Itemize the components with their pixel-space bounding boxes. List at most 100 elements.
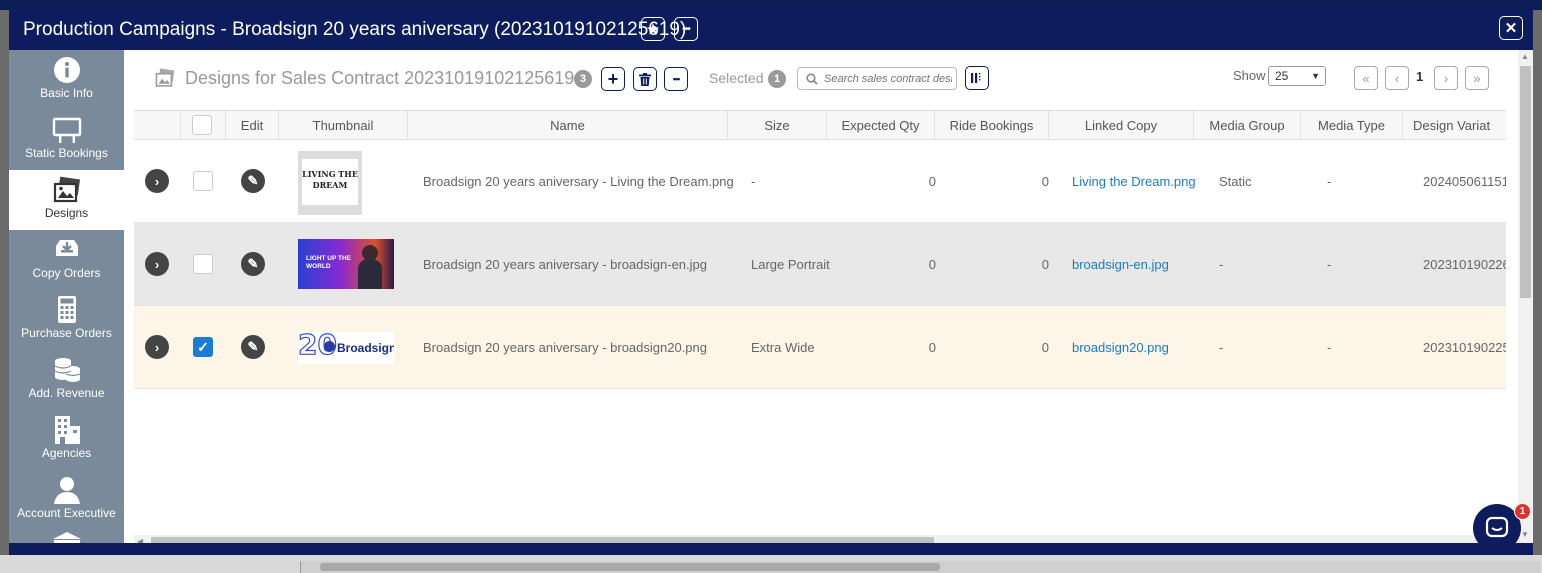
edit-button[interactable]: ✎ xyxy=(241,169,265,193)
header-linked-copy[interactable]: Linked Copy xyxy=(1048,111,1193,140)
sidebar-item-label: Account Executive xyxy=(17,506,116,520)
person-body xyxy=(358,259,382,289)
row-checkbox[interactable] xyxy=(193,254,213,274)
table-row[interactable]: › ✎ LIVING THE DREAM Broadsign 20 years … xyxy=(134,140,1506,223)
sidebar-item-purchase-orders[interactable]: Purchase Orders xyxy=(9,290,124,350)
coins-icon xyxy=(54,358,81,382)
user-icon xyxy=(54,477,80,504)
expand-row-button[interactable]: › xyxy=(145,252,169,276)
scroll-up-icon[interactable]: ▲ xyxy=(1521,52,1529,61)
header-name[interactable]: Name xyxy=(407,111,727,140)
chevron-right-icon: › xyxy=(154,256,160,272)
sidebar-item-label: Copy Orders xyxy=(32,266,101,280)
thumbnail-text: LIGHT UP THE WORLD xyxy=(306,255,352,270)
calculator-icon xyxy=(58,296,76,323)
toolbar-more-button[interactable]: ••• xyxy=(664,67,688,91)
header-design-variation[interactable]: Design Variat xyxy=(1402,111,1506,140)
design-size: Large Portrait xyxy=(751,257,830,272)
selected-label: Selected xyxy=(709,70,764,86)
design-thumbnail[interactable]: LIGHT UP THE WORLD xyxy=(298,239,394,289)
linked-copy-link[interactable]: Living the Dream.png xyxy=(1072,174,1196,189)
last-page-button[interactable]: » xyxy=(1465,66,1489,90)
column-chooser-button[interactable] xyxy=(965,66,989,90)
design-name: Broadsign 20 years aniversary - broadsig… xyxy=(423,340,708,355)
header-thumbnail[interactable]: Thumbnail xyxy=(278,111,407,140)
favorite-star-button[interactable]: ★ xyxy=(641,17,665,41)
linked-copy-link[interactable]: broadsign20.png xyxy=(1072,340,1169,355)
row-checkbox[interactable] xyxy=(193,171,213,191)
pencil-icon: ✎ xyxy=(247,256,259,271)
search-icon xyxy=(806,73,818,85)
close-button[interactable]: ✕ xyxy=(1499,16,1523,40)
sidebar-item-designs[interactable]: Designs xyxy=(9,170,124,230)
background-scrollbar xyxy=(0,555,1542,573)
design-thumbnail[interactable]: 20 Broadsign xyxy=(298,332,394,364)
media-group: - xyxy=(1219,257,1224,272)
play-icon xyxy=(324,341,335,352)
add-design-button[interactable]: + xyxy=(601,67,625,91)
sidebar-item-label: Agencies xyxy=(41,446,92,460)
header-expected-qty[interactable]: Expected Qty xyxy=(826,111,934,140)
table-row[interactable]: › ✓ ✎ 20 Broadsign Broadsign 20 years an… xyxy=(134,306,1506,389)
select-all-checkbox[interactable] xyxy=(192,115,212,135)
design-size: - xyxy=(751,174,756,189)
row-checkbox[interactable]: ✓ xyxy=(193,337,213,357)
sidebar-item-copy-orders[interactable]: Copy Orders xyxy=(9,230,124,290)
media-type: - xyxy=(1327,257,1332,272)
sidebar-item-static-bookings[interactable]: Static Bookings xyxy=(9,110,124,170)
designs-table: Edit Thumbnail Name Size Expected Qty Ri… xyxy=(134,110,1506,525)
checkmark-icon: ✓ xyxy=(197,338,209,355)
sidebar-item-label: Basic Info xyxy=(40,86,93,100)
search-box[interactable] xyxy=(797,67,957,90)
prev-page-button[interactable]: ‹ xyxy=(1385,66,1409,90)
sidebar-item-basic-info[interactable]: Basic Info xyxy=(9,50,124,110)
edit-button[interactable]: ✎ xyxy=(241,335,265,359)
modal-title: Production Campaigns - Broadsign 20 year… xyxy=(23,19,687,40)
sidebar-item-add-revenue[interactable]: Add. Revenue xyxy=(9,350,124,410)
design-size: Extra Wide xyxy=(751,340,815,355)
designs-toolbar: Designs for Sales Contract 2023101910212… xyxy=(124,50,1518,110)
first-page-button[interactable]: « xyxy=(1354,66,1378,90)
ride-bookings: 0 xyxy=(1041,174,1049,189)
pencil-icon: ✎ xyxy=(247,173,259,188)
sidebar-item-account-executive[interactable]: Account Executive xyxy=(9,470,124,530)
next-page-button[interactable]: › xyxy=(1434,66,1458,90)
header-ride-bookings[interactable]: Ride Bookings xyxy=(934,111,1048,140)
design-variation: 202405061151 xyxy=(1423,174,1506,189)
edit-button[interactable]: ✎ xyxy=(241,252,265,276)
billboard-icon xyxy=(52,117,82,143)
media-type: - xyxy=(1327,340,1332,355)
header-media-group[interactable]: Media Group xyxy=(1193,111,1300,140)
chat-icon xyxy=(1485,516,1509,538)
header-media-type[interactable]: Media Type xyxy=(1300,111,1402,140)
page-size-value: 25 xyxy=(1275,69,1289,83)
show-label: Show xyxy=(1233,68,1266,83)
modal-footer-bar xyxy=(9,543,1533,555)
scroll-down-icon[interactable]: ▼ xyxy=(1521,530,1529,539)
design-thumbnail[interactable]: LIVING THE DREAM xyxy=(298,151,362,215)
chevron-right-icon: › xyxy=(154,339,160,355)
modal-titlebar: Production Campaigns - Broadsign 20 year… xyxy=(9,10,1533,50)
info-icon xyxy=(54,57,80,83)
delete-button[interactable] xyxy=(633,67,657,91)
current-page: 1 xyxy=(1416,69,1424,84)
header-edit[interactable]: Edit xyxy=(225,111,278,140)
vertical-scrollbar[interactable]: ▲ ▼ xyxy=(1518,50,1533,543)
sidebar-item-label: Designs xyxy=(44,206,89,220)
table-row[interactable]: › ✎ LIGHT UP THE WORLD Broadsign 20 year… xyxy=(134,223,1506,306)
expand-row-button[interactable]: › xyxy=(145,335,169,359)
sidebar: Basic Info Static Bookings Designs Copy … xyxy=(9,50,124,543)
vertical-scrollbar-thumb[interactable] xyxy=(1520,66,1531,298)
sidebar-item-agencies[interactable]: Agencies xyxy=(9,410,124,470)
trash-icon xyxy=(639,72,651,86)
search-input[interactable] xyxy=(824,71,952,87)
more-options-button[interactable]: ••• xyxy=(674,17,698,41)
page-size-select[interactable]: 25 ▼ xyxy=(1268,66,1326,86)
expand-row-button[interactable]: › xyxy=(145,169,169,193)
sidebar-item-label: Add. Revenue xyxy=(28,386,105,400)
expected-qty: 0 xyxy=(928,257,936,272)
designs-panel: Designs for Sales Contract 2023101910212… xyxy=(124,50,1518,549)
pencil-icon: ✎ xyxy=(247,339,259,354)
header-size[interactable]: Size xyxy=(727,111,826,140)
linked-copy-link[interactable]: broadsign-en.jpg xyxy=(1072,257,1169,272)
